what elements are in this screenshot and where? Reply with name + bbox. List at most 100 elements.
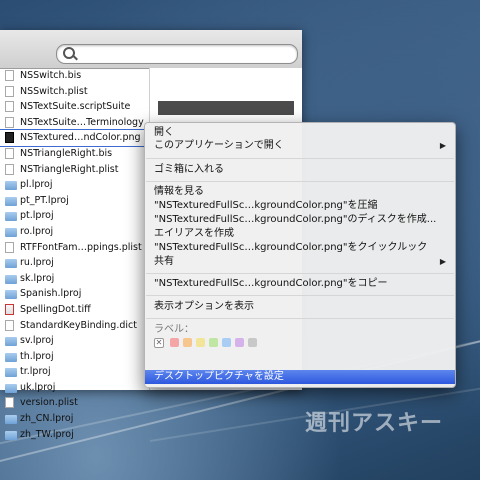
- file-name: sk.lproj: [20, 272, 55, 284]
- file-name: uk.lproj: [20, 381, 56, 393]
- menu-item-share[interactable]: 共有 ▶: [145, 255, 455, 269]
- file-name: pt_PT.lproj: [20, 194, 69, 206]
- label-color-swatch[interactable]: [222, 338, 231, 347]
- file-row[interactable]: pt_PT.lproj: [0, 193, 149, 209]
- file-list: NSSwitch.bis NSSwitch.plist NSTextSuite.sc…: [0, 68, 150, 443]
- document-icon: [5, 70, 14, 81]
- file-row[interactable]: NSTextSuite…Terminology: [0, 115, 149, 131]
- menu-separator: [146, 158, 454, 159]
- context-menu: 開く このアプリケーションで開く ▶ ゴミ箱に入れる 情報を見る "NSTextu…: [144, 122, 456, 388]
- file-name: RTFFontFam…ppings.plist: [20, 241, 142, 253]
- file-name: NSTriangleRight.plist: [20, 163, 119, 175]
- folder-icon: [5, 368, 17, 378]
- file-name: pl.lproj: [20, 179, 53, 191]
- folder-icon: [5, 337, 17, 347]
- file-row[interactable]: RTFFontFam…ppings.plist: [0, 240, 149, 256]
- folder-icon: [5, 196, 17, 206]
- file-row[interactable]: version.plist: [0, 395, 149, 411]
- label-color-swatch[interactable]: [170, 338, 179, 347]
- file-name: Spanish.lproj: [20, 288, 82, 300]
- menu-item-burn[interactable]: "NSTexturedFullSc…kgroundColor.png"のディスク…: [145, 213, 455, 227]
- file-name: NSSwitch.plist: [20, 85, 88, 97]
- file-row[interactable]: uk.lproj: [0, 380, 149, 396]
- menu-item-open-with[interactable]: このアプリケーションで開く ▶: [145, 139, 455, 153]
- search-field[interactable]: [56, 44, 298, 64]
- file-row[interactable]: tr.lproj: [0, 364, 149, 380]
- file-name: ro.lproj: [20, 225, 54, 237]
- file-name: SpellingDot.tiff: [20, 303, 91, 315]
- submenu-arrow-icon: ▶: [439, 257, 446, 266]
- file-name: NSSwitch.bis: [20, 70, 82, 81]
- menu-separator: [146, 273, 454, 274]
- file-row[interactable]: NSSwitch.plist: [0, 84, 149, 100]
- file-row[interactable]: sv.lproj: [0, 333, 149, 349]
- menu-item-get-info[interactable]: 情報を見る: [145, 185, 455, 199]
- document-icon: [5, 241, 14, 253]
- document-icon: [5, 147, 14, 159]
- file-row[interactable]: SpellingDot.tiff: [0, 302, 149, 318]
- file-row[interactable]: Spanish.lproj: [0, 286, 149, 302]
- file-row[interactable]: sk.lproj: [0, 271, 149, 287]
- document-icon: [5, 397, 14, 409]
- file-name: tr.lproj: [20, 366, 51, 378]
- file-name: StandardKeyBinding.dict: [20, 319, 137, 331]
- document-icon: [5, 85, 14, 97]
- file-name: NSTextSuite.scriptSuite: [20, 101, 131, 113]
- menu-item-move-to-trash[interactable]: ゴミ箱に入れる: [145, 163, 455, 177]
- menu-separator: [146, 295, 454, 296]
- folder-icon: [5, 352, 17, 362]
- menu-item-quick-look[interactable]: "NSTexturedFullSc…kgroundColor.png"をクイック…: [145, 241, 455, 255]
- finder-toolbar: [0, 30, 302, 69]
- tiff-icon: [5, 303, 14, 315]
- folder-icon: [5, 259, 17, 269]
- preview-thumbnail: [158, 101, 294, 115]
- folder-icon: [5, 415, 17, 425]
- document-icon: [5, 163, 14, 175]
- file-row[interactable]: zh_TW.lproj: [0, 427, 149, 443]
- label-color-swatch[interactable]: [248, 338, 257, 347]
- menu-item-show-view-options[interactable]: 表示オプションを表示: [145, 300, 455, 314]
- file-row[interactable]: NSTriangleRight.bis: [0, 146, 149, 162]
- menu-item-open[interactable]: 開く: [145, 126, 455, 140]
- file-name: zh_TW.lproj: [20, 428, 74, 440]
- document-icon: [5, 319, 14, 331]
- folder-icon: [5, 181, 17, 191]
- file-row[interactable]: ru.lproj: [0, 255, 149, 271]
- menu-item-share-label: 共有: [154, 256, 174, 267]
- folder-icon: [5, 290, 17, 300]
- document-icon: [5, 116, 14, 128]
- label-color-swatch[interactable]: [183, 338, 192, 347]
- menu-item-set-desktop-picture[interactable]: デスクトップピクチャを設定: [145, 370, 455, 384]
- menu-item-copy[interactable]: "NSTexturedFullSc…kgroundColor.png"をコピー: [145, 277, 455, 291]
- menu-separator: [146, 181, 454, 182]
- file-row[interactable]: ro.lproj: [0, 224, 149, 240]
- submenu-arrow-icon: ▶: [439, 141, 446, 150]
- file-row[interactable]: StandardKeyBinding.dict: [0, 318, 149, 334]
- file-name: pt.lproj: [20, 210, 54, 222]
- watermark-logo: 週刊アスキー: [305, 411, 444, 436]
- file-row[interactable]: pt.lproj: [0, 208, 149, 224]
- file-name: NSTextSuite…Terminology: [20, 116, 144, 128]
- folder-icon: [5, 383, 17, 393]
- file-row[interactable]: NSTriangleRight.plist: [0, 162, 149, 178]
- label-color-swatch[interactable]: [235, 338, 244, 347]
- document-icon: [5, 101, 14, 113]
- file-row[interactable]: zh_CN.lproj: [0, 411, 149, 427]
- menu-item-compress[interactable]: "NSTexturedFullSc…kgroundColor.png"を圧縮: [145, 199, 455, 213]
- file-row[interactable]: pl.lproj: [0, 177, 149, 193]
- folder-icon: [5, 274, 17, 284]
- file-row[interactable]: NSSwitch.bis: [0, 68, 149, 84]
- label-color-swatch[interactable]: [209, 338, 218, 347]
- file-row[interactable]: th.lproj: [0, 349, 149, 365]
- menu-item-make-alias[interactable]: エイリアスを作成: [145, 227, 455, 241]
- menu-label-heading: ラベル：: [154, 324, 194, 335]
- folder-icon: [5, 212, 17, 222]
- file-name: sv.lproj: [20, 335, 54, 347]
- menu-separator: [146, 318, 454, 319]
- png-icon: [5, 132, 14, 144]
- label-color-swatch[interactable]: [196, 338, 205, 347]
- label-none-icon[interactable]: ✕: [154, 338, 164, 348]
- file-name: NSTriangleRight.bis: [20, 147, 113, 159]
- file-row[interactable]: NSTextSuite.scriptSuite: [0, 99, 149, 115]
- file-row[interactable]: NSTextured…ndColor.png: [0, 129, 150, 147]
